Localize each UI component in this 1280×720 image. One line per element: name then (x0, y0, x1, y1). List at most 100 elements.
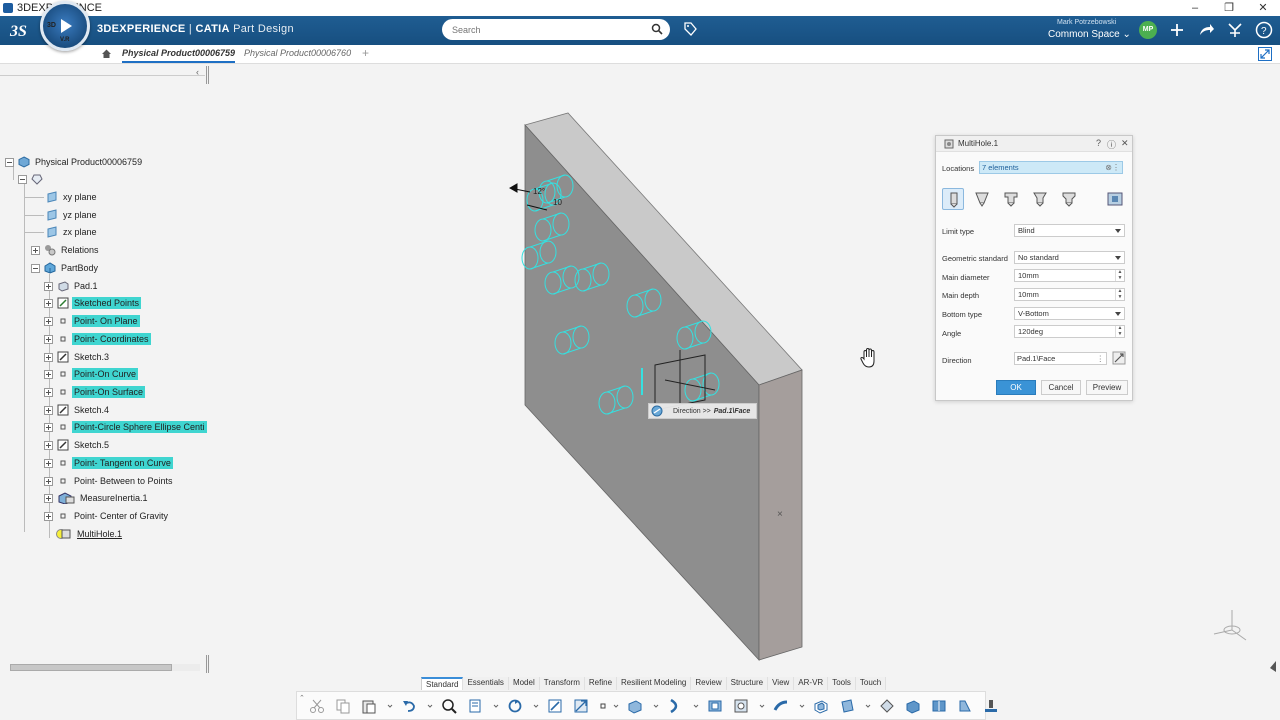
compass-vr-label[interactable]: V.R (60, 37, 69, 43)
help-icon[interactable]: ? (1096, 138, 1101, 148)
collapse-toggle[interactable] (18, 174, 27, 184)
close-button[interactable]: ✕ (1246, 0, 1280, 16)
expand-toggle[interactable] (44, 458, 53, 468)
bottom-type-select[interactable]: V-Bottom (1014, 307, 1125, 320)
main-depth-field[interactable]: 10mm ▲ ▼ (1014, 288, 1125, 301)
rib-tool-icon[interactable] (771, 696, 791, 716)
collapse-toggle[interactable] (5, 157, 14, 167)
section-tab-view[interactable]: View (768, 677, 795, 690)
expand-toggle[interactable] (44, 281, 53, 291)
hole-type-tapered[interactable] (971, 188, 993, 210)
spinner-icon[interactable]: ▲ ▼ (1115, 288, 1124, 300)
pocket-tool-icon[interactable] (705, 696, 725, 716)
ok-button[interactable]: OK (996, 380, 1036, 395)
tree-resize-handle-bottom[interactable] (206, 655, 209, 673)
expand-toggle[interactable] (44, 352, 53, 362)
action-bar-collapse[interactable]: ⌃ (299, 694, 305, 702)
notebook-icon[interactable] (465, 696, 485, 716)
section-tab-essentials[interactable]: Essentials (463, 677, 509, 690)
copy-icon[interactable] (333, 696, 353, 716)
positioned-sketch-icon[interactable] (571, 696, 591, 716)
add-tab-button[interactable]: + (362, 46, 369, 60)
compass-widget[interactable]: 3D V.R (40, 1, 90, 51)
dialog-header[interactable]: MultiHole.1 ? ⓘ ✕ (936, 136, 1132, 152)
expand-toggle[interactable] (44, 440, 53, 450)
tree-item-sketch-5[interactable]: Sketch.5 (44, 438, 111, 452)
tree-resize-handle[interactable] (206, 66, 209, 84)
play-icon[interactable] (61, 19, 72, 33)
pad-tool-icon[interactable] (625, 696, 645, 716)
more-menu-icon[interactable]: ⋮ (1112, 162, 1120, 173)
expand-toggle[interactable] (44, 493, 53, 503)
split-tool-icon[interactable] (929, 696, 949, 716)
search-input[interactable] (452, 22, 642, 37)
ds-logo-icon[interactable]: 3S (9, 20, 33, 45)
expand-toggle[interactable] (44, 422, 53, 432)
hole-type-simple[interactable] (942, 188, 964, 210)
limit-type-select[interactable]: Blind (1014, 224, 1125, 237)
apps-icon[interactable] (1226, 21, 1244, 39)
preview-button[interactable]: Preview (1086, 380, 1128, 395)
chevron-down-icon[interactable] (797, 696, 807, 716)
section-tab-review[interactable]: Review (691, 677, 727, 690)
add-icon[interactable] (1168, 21, 1186, 39)
more-menu-icon[interactable]: ⋮ (1097, 353, 1105, 364)
chevron-down-icon[interactable] (863, 696, 873, 716)
section-tab-structure[interactable]: Structure (726, 677, 769, 690)
tree-item-sketched-points[interactable]: Sketched Points (44, 296, 142, 310)
tree-item-point-on-curve[interactable]: Point-On Curve (44, 367, 139, 381)
section-tab-resilient-modeling[interactable]: Resilient Modeling (617, 677, 692, 690)
expand-toggle[interactable] (31, 245, 40, 255)
tree-item-xy-plane[interactable]: xy plane (46, 190, 99, 204)
section-tab-tools[interactable]: Tools (828, 677, 856, 690)
tree-root[interactable]: Physical Product00006759 (5, 155, 144, 169)
chevron-down-icon[interactable] (651, 696, 661, 716)
tree-item-point-coordinates[interactable]: Point- Coordinates (44, 332, 151, 346)
chamfer-tool-icon[interactable] (903, 696, 923, 716)
section-tab-model[interactable]: Model (508, 677, 540, 690)
hole-type-countersunk[interactable] (1029, 188, 1051, 210)
expand-toggle[interactable] (44, 387, 53, 397)
undo-icon[interactable] (399, 696, 419, 716)
spinner-icon[interactable]: ▲ ▼ (1115, 269, 1124, 281)
section-tab-standard[interactable]: Standard (421, 677, 464, 690)
expand-toggle[interactable] (44, 405, 53, 415)
search-bar[interactable] (442, 19, 670, 40)
tree-item-multihole[interactable]: MultiHole.1 (56, 527, 124, 541)
cancel-button[interactable]: Cancel (1041, 380, 1081, 395)
section-tab-refine[interactable]: Refine (584, 677, 618, 690)
expand-toggle[interactable] (44, 334, 53, 344)
tree-scrollbar-thumb[interactable] (10, 664, 172, 671)
tree-part-node[interactable] (18, 172, 46, 186)
section-tab-ar-vr[interactable]: AR-VR (794, 677, 829, 690)
point-tool-icon[interactable] (597, 696, 607, 716)
axis-compass-icon[interactable] (1206, 604, 1250, 648)
tree-item-partbody[interactable]: PartBody (31, 261, 100, 275)
draft-tool-icon[interactable] (837, 696, 857, 716)
minimize-button[interactable]: – (1178, 0, 1212, 16)
expand-toggle[interactable] (44, 476, 53, 486)
shell-tool-icon[interactable] (811, 696, 831, 716)
tree-item-point-between[interactable]: Point- Between to Points (44, 474, 175, 488)
chevron-down-icon[interactable] (385, 696, 395, 716)
chevron-down-icon[interactable] (691, 696, 701, 716)
tree-item-point-center-gravity[interactable]: Point- Center of Gravity (44, 509, 170, 523)
tag-icon[interactable] (683, 21, 697, 37)
expand-toggle[interactable] (44, 298, 53, 308)
thread-settings-icon[interactable] (1105, 189, 1125, 209)
tree-item-point-tangent[interactable]: Point- Tangent on Curve (44, 456, 173, 470)
tree-item-point-on-plane[interactable]: Point- On Plane (44, 314, 140, 328)
angle-field[interactable]: 120deg ▲ ▼ (1014, 325, 1125, 338)
chevron-down-icon[interactable] (425, 696, 435, 716)
hole-type-counterbored[interactable] (1000, 188, 1022, 210)
tree-item-point-on-surface[interactable]: Point-On Surface (44, 385, 146, 399)
avatar[interactable]: MP (1139, 21, 1157, 39)
section-tab-transform[interactable]: Transform (539, 677, 585, 690)
search-icon[interactable] (651, 23, 663, 35)
section-tab-touch[interactable]: Touch (855, 677, 887, 690)
thickness-tool-icon[interactable] (955, 696, 975, 716)
main-diameter-field[interactable]: 10mm ▲ ▼ (1014, 269, 1125, 282)
locations-field[interactable]: 7 elements ⊗ ⋮ (979, 161, 1123, 174)
chevron-down-icon[interactable] (757, 696, 767, 716)
dimension-label-depth[interactable]: 10 (553, 198, 562, 207)
